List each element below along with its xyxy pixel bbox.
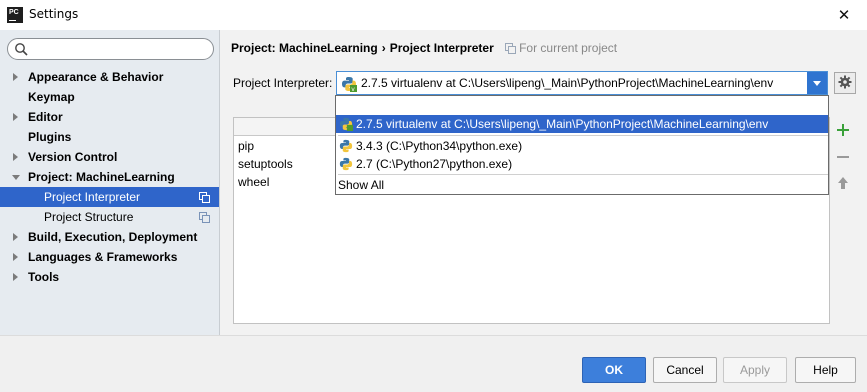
sidebar-item-languages-frameworks[interactable]: Languages & Frameworks — [0, 247, 219, 267]
sidebar-item-label: Plugins — [28, 130, 72, 144]
interpreter-option-label: 2.7.5 virtualenv at C:\Users\lipeng\_Mai… — [356, 117, 769, 131]
expand-arrow-icon[interactable] — [13, 153, 18, 161]
interpreter-label: Project Interpreter: — [233, 76, 333, 90]
sidebar-item-editor[interactable]: Editor — [0, 107, 219, 127]
close-window-button[interactable]: ✕ — [821, 0, 867, 30]
apply-button[interactable]: Apply — [723, 357, 787, 383]
search-icon — [14, 42, 28, 59]
gear-icon — [838, 75, 852, 92]
interpreter-option[interactable]: 2.7 (C:\Python27\python.exe) — [336, 155, 828, 173]
interpreter-option[interactable]: 3.4.3 (C:\Python34\python.exe) — [336, 137, 828, 155]
scope-note: For current project — [505, 41, 617, 55]
page-title: Project Interpreter — [389, 41, 494, 55]
python-virtualenv-icon: v — [341, 76, 357, 95]
upgrade-package-icon[interactable] — [833, 174, 853, 194]
project-scope-icon — [199, 212, 210, 223]
interpreter-option-label: 3.4.3 (C:\Python34\python.exe) — [356, 139, 523, 153]
sidebar-item-appearance-behavior[interactable]: Appearance & Behavior — [0, 67, 219, 87]
interpreter-settings-button[interactable] — [834, 72, 856, 94]
dialog-footer: OK Cancel Apply Help — [0, 335, 867, 392]
expand-arrow-icon[interactable] — [13, 273, 18, 281]
sidebar-item-project-interpreter[interactable]: Project Interpreter — [0, 187, 219, 207]
sidebar-item-label: Tools — [28, 270, 60, 284]
python-virtualenv-icon — [339, 117, 353, 136]
settings-sidebar: Appearance & Behavior Keymap Editor Plug… — [0, 30, 220, 335]
window-title: Settings — [29, 7, 79, 21]
sidebar-item-label: Version Control — [28, 150, 118, 164]
sidebar-item-keymap[interactable]: Keymap — [0, 87, 219, 107]
sidebar-item-build-execution-deployment[interactable]: Build, Execution, Deployment — [0, 227, 219, 247]
search-input[interactable] — [34, 41, 204, 57]
sidebar-item-label: Appearance & Behavior — [28, 70, 164, 84]
pycharm-app-icon: PC — [7, 7, 23, 23]
sidebar-item-label: Keymap — [28, 90, 75, 104]
add-package-icon[interactable] — [833, 120, 853, 140]
table-row[interactable]: wheel — [238, 173, 269, 191]
table-row[interactable]: setuptools — [238, 155, 293, 173]
divider — [338, 135, 828, 136]
table-row[interactable]: pip — [238, 137, 254, 155]
interpreter-option[interactable]: 2.7.5 virtualenv at C:\Users\lipeng\_Mai… — [336, 115, 828, 133]
expand-arrow-icon[interactable] — [13, 253, 18, 261]
sidebar-item-label: Project Structure — [44, 210, 134, 224]
sidebar-item-label: Editor — [28, 110, 63, 124]
sidebar-item-version-control[interactable]: Version Control — [0, 147, 219, 167]
sidebar-item-label: Build, Execution, Deployment — [28, 230, 198, 244]
interpreter-select[interactable]: v 2.7.5 virtualenv at C:\Users\lipeng\_M… — [336, 71, 828, 95]
ok-button[interactable]: OK — [582, 357, 646, 383]
title-bar: PC Settings ✕ — [0, 0, 867, 30]
interpreter-dropdown-list: 2.7.5 virtualenv at C:\Users\lipeng\_Mai… — [335, 95, 829, 195]
collapse-arrow-icon[interactable] — [12, 175, 20, 180]
sidebar-item-label: Project Interpreter — [44, 190, 141, 204]
package-toolbar — [833, 120, 855, 201]
sidebar-item-tools[interactable]: Tools — [0, 267, 219, 287]
settings-search[interactable] — [7, 38, 214, 60]
breadcrumb-parent: Project: MachineLearning — [231, 41, 378, 55]
divider — [338, 174, 828, 175]
expand-arrow-icon[interactable] — [13, 113, 18, 121]
sidebar-item-project[interactable]: Project: MachineLearning — [0, 167, 219, 187]
breadcrumb-separator: › — [381, 41, 386, 55]
sidebar-item-project-structure[interactable]: Project Structure — [0, 207, 219, 227]
interpreter-selected-value: 2.7.5 virtualenv at C:\Users\lipeng\_Mai… — [361, 76, 774, 90]
sidebar-item-label: Languages & Frameworks — [28, 250, 178, 264]
svg-text:v: v — [351, 86, 355, 92]
project-scope-icon — [505, 43, 517, 54]
remove-package-icon[interactable] — [833, 147, 853, 167]
sidebar-item-plugins[interactable]: Plugins — [0, 127, 219, 147]
show-all-option[interactable]: Show All — [336, 176, 828, 194]
dropdown-arrow-icon[interactable] — [807, 72, 827, 94]
interpreter-option-label: 2.7 (C:\Python27\python.exe) — [356, 157, 513, 171]
expand-arrow-icon[interactable] — [13, 73, 18, 81]
breadcrumb: Project: MachineLearning › Project Interpr… — [231, 41, 617, 55]
expand-arrow-icon[interactable] — [13, 233, 18, 241]
sidebar-item-label: Project: MachineLearning — [28, 170, 175, 184]
cancel-button[interactable]: Cancel — [653, 357, 717, 383]
help-button[interactable]: Help — [795, 357, 856, 383]
project-scope-icon — [199, 192, 210, 203]
settings-tree: Appearance & Behavior Keymap Editor Plug… — [0, 67, 219, 287]
scope-label: For current project — [519, 41, 618, 55]
